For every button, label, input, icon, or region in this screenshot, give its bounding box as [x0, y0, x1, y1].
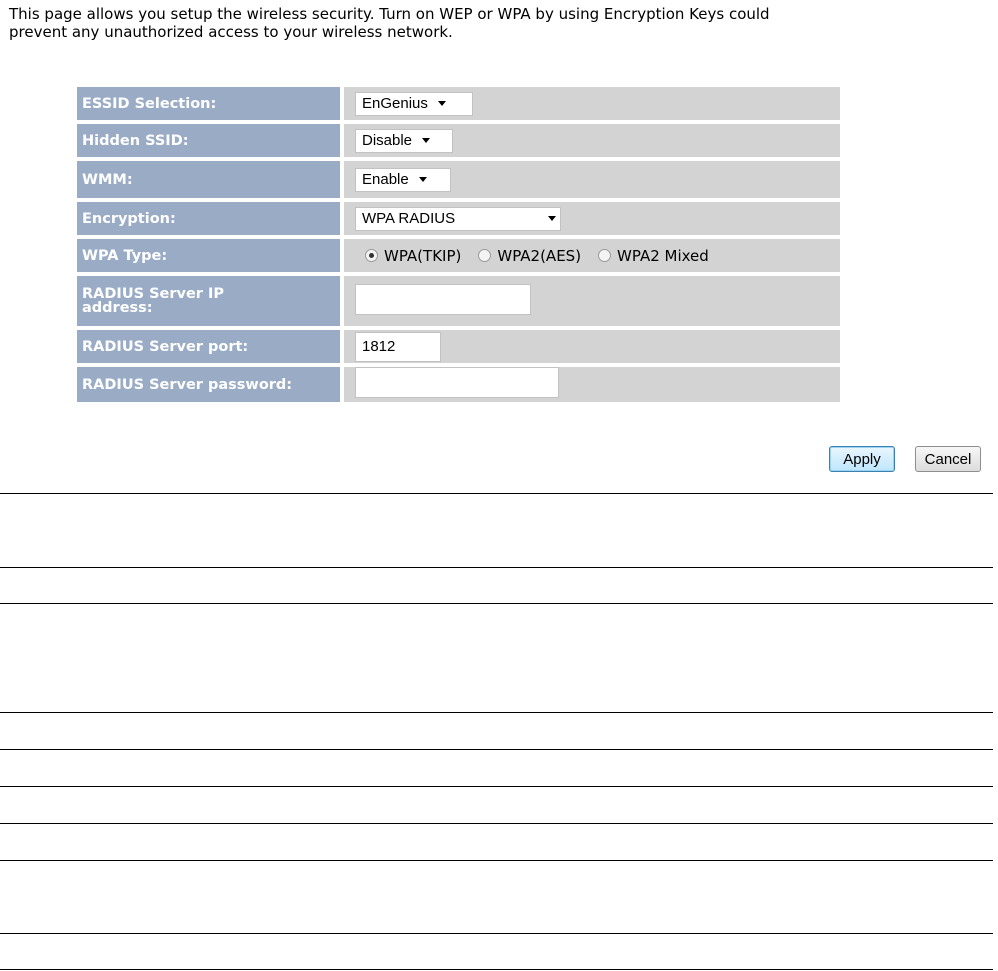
intro-line-2: prevent any unauthorized access to your …	[9, 23, 453, 41]
radio-unselected-icon	[598, 249, 612, 262]
divider	[0, 567, 993, 568]
row-essid-selection: ESSID Selection: EnGenius	[77, 87, 840, 120]
essid-selection-label: ESSID Selection:	[77, 87, 340, 120]
divider	[0, 712, 993, 713]
radius-server-ip-label: RADIUS Server IP address:	[77, 276, 340, 326]
dropdown-arrow-icon	[548, 216, 556, 221]
radius-server-ip-cell	[344, 276, 840, 326]
row-hidden-ssid: Hidden SSID: Disable	[77, 124, 840, 157]
wpa-tkip-radio[interactable]: WPA(TKIP)	[365, 247, 461, 265]
dropdown-arrow-icon	[422, 138, 431, 143]
radius-server-ip-label-line1: RADIUS Server IP	[82, 286, 225, 302]
radius-server-port-label: RADIUS Server port:	[77, 330, 340, 363]
wmm-value: Enable	[362, 171, 409, 188]
cancel-button[interactable]: Cancel	[915, 446, 981, 472]
radio-selected-icon	[365, 249, 378, 262]
essid-selection-value: EnGenius	[362, 95, 428, 112]
wpa-type-cell: WPA(TKIP) WPA2(AES) WPA2 Mixed	[344, 239, 840, 272]
wpa2-mixed-radio[interactable]: WPA2 Mixed	[598, 247, 709, 265]
row-radius-server-port: RADIUS Server port: 1812	[77, 330, 840, 363]
divider	[0, 969, 993, 970]
wpa-tkip-label: WPA(TKIP)	[384, 246, 462, 265]
intro-text: This page allows you setup the wireless …	[9, 5, 969, 41]
wpa2-aes-label: WPA2(AES)	[497, 246, 582, 265]
wpa2-mixed-label: WPA2 Mixed	[617, 246, 709, 265]
radius-server-ip-input[interactable]	[355, 283, 531, 315]
row-wpa-type: WPA Type: WPA(TKIP) WPA2(AES) WPA2 Mixed	[77, 239, 840, 272]
wmm-select[interactable]: Enable	[355, 167, 451, 192]
wmm-label: WMM:	[77, 161, 340, 198]
divider	[0, 493, 993, 494]
wpa-type-radio-group: WPA(TKIP) WPA2(AES) WPA2 Mixed	[355, 247, 840, 265]
divider	[0, 860, 993, 861]
encryption-cell: WPA RADIUS	[344, 202, 840, 235]
dropdown-arrow-icon	[437, 101, 446, 106]
radius-server-port-cell: 1812	[344, 330, 840, 363]
encryption-select[interactable]: WPA RADIUS	[355, 206, 561, 231]
wpa-type-label: WPA Type:	[77, 239, 340, 272]
radius-server-port-input[interactable]: 1812	[355, 331, 441, 362]
radius-server-password-label: RADIUS Server password:	[77, 367, 340, 402]
hidden-ssid-cell: Disable	[344, 124, 840, 157]
radius-server-password-cell	[344, 367, 840, 402]
encryption-label: Encryption:	[77, 202, 340, 235]
encryption-value: WPA RADIUS	[362, 210, 456, 227]
wireless-security-form: ESSID Selection: EnGenius Hidden SSID: D…	[73, 83, 844, 406]
divider	[0, 786, 993, 787]
divider	[0, 749, 993, 750]
row-radius-server-ip: RADIUS Server IP address:	[77, 276, 840, 326]
row-wmm: WMM: Enable	[77, 161, 840, 198]
row-encryption: Encryption: WPA RADIUS	[77, 202, 840, 235]
essid-selection-select[interactable]: EnGenius	[355, 91, 473, 116]
wmm-cell: Enable	[344, 161, 840, 198]
apply-button[interactable]: Apply	[829, 446, 895, 472]
divider	[0, 823, 993, 824]
intro-line-1: This page allows you setup the wireless …	[9, 5, 770, 23]
dropdown-arrow-icon	[418, 177, 427, 182]
hidden-ssid-label: Hidden SSID:	[77, 124, 340, 157]
radius-server-ip-label-line2: address:	[82, 300, 153, 316]
hidden-ssid-value: Disable	[362, 132, 413, 149]
radius-server-password-input[interactable]	[355, 367, 559, 398]
wpa2-aes-radio[interactable]: WPA2(AES)	[478, 247, 581, 265]
radio-unselected-icon	[478, 249, 492, 262]
hidden-ssid-select[interactable]: Disable	[355, 128, 453, 153]
row-radius-server-password: RADIUS Server password:	[77, 367, 840, 402]
divider	[0, 933, 993, 934]
divider	[0, 603, 993, 604]
essid-selection-cell: EnGenius	[344, 87, 840, 120]
